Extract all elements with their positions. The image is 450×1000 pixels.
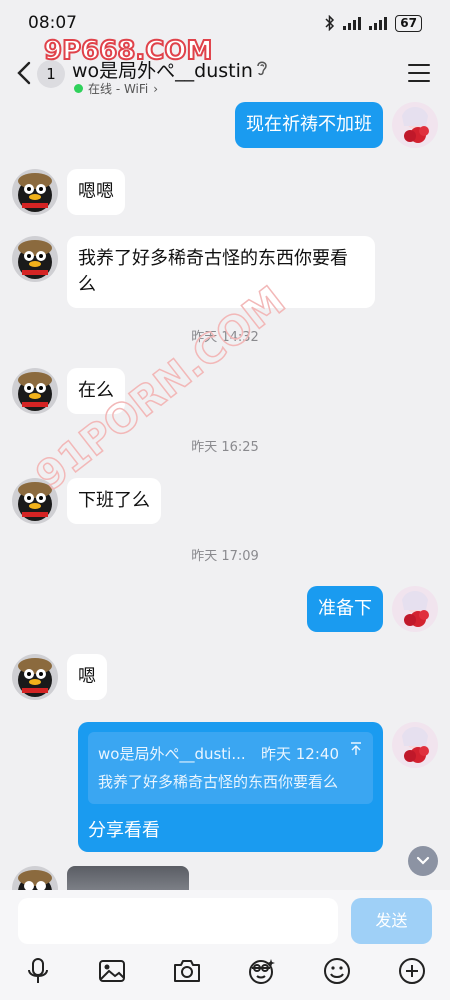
battery-icon: 67 xyxy=(395,14,422,32)
input-toolbar xyxy=(0,952,450,992)
my-avatar[interactable] xyxy=(392,102,438,148)
chat-area[interactable]: 现在祈祷不加班 嗯嗯 我养了好多稀奇古怪的东西你要看 么 昨天 14:32 在么… xyxy=(0,102,450,890)
contact-name[interactable]: wo是局外ぺ__dustin xyxy=(72,56,253,83)
message-line: 我养了好多稀奇古怪的东西你要看 xyxy=(78,248,348,269)
unread-badge[interactable]: 1 xyxy=(37,60,65,88)
ear-icon xyxy=(257,61,267,76)
bluetooth-icon xyxy=(325,15,335,31)
status-icons: 67 xyxy=(325,14,422,32)
status-time: 08:07 xyxy=(28,13,77,33)
send-button[interactable]: 发送 xyxy=(351,898,432,944)
outgoing-message[interactable]: 准备下 xyxy=(307,586,383,632)
emoji-icon[interactable] xyxy=(322,956,352,986)
online-dot xyxy=(74,84,83,93)
chevron-right-icon: › xyxy=(153,81,159,96)
contact-avatar[interactable] xyxy=(12,654,58,700)
quote-header: wo是局外ぺ__dusti... 昨天 12:40 xyxy=(98,740,363,768)
contact-avatar[interactable] xyxy=(12,478,58,524)
back-arrow-icon[interactable] xyxy=(14,60,36,86)
camera-icon[interactable] xyxy=(172,956,202,986)
signal-icon xyxy=(343,16,362,30)
quote-time: 昨天 12:40 xyxy=(261,745,339,763)
message-line: 么 xyxy=(78,274,96,295)
quoted-message[interactable]: wo是局外ぺ__dusti... 昨天 12:40 我养了好多稀奇古怪的东西你要… xyxy=(88,732,373,804)
image-icon[interactable] xyxy=(97,956,127,986)
reply-message[interactable]: wo是局外ぺ__dusti... 昨天 12:40 我养了好多稀奇古怪的东西你要… xyxy=(78,722,383,852)
input-bar: 发送 xyxy=(0,890,450,1000)
online-status[interactable]: 在线 - WiFi › xyxy=(74,80,158,97)
message-row: 嗯 xyxy=(0,654,450,704)
outgoing-message[interactable]: 现在祈祷不加班 xyxy=(235,102,383,148)
message-row: 我养了好多稀奇古怪的东西你要看 么 xyxy=(0,236,450,308)
quote-author: wo是局外ぺ__dusti... xyxy=(98,745,246,763)
image-message[interactable] xyxy=(67,866,189,890)
incoming-message[interactable]: 嗯 xyxy=(67,654,107,700)
message-row: 在么 xyxy=(0,368,450,418)
my-avatar[interactable] xyxy=(392,722,438,768)
message-row: 准备下 xyxy=(0,586,450,636)
message-input[interactable] xyxy=(18,898,338,944)
chevron-down-icon xyxy=(416,856,430,865)
message-row xyxy=(0,866,450,890)
timestamp: 昨天 17:09 xyxy=(191,549,259,564)
incoming-message[interactable]: 嗯嗯 xyxy=(67,169,125,215)
message-row: wo是局外ぺ__dusti... 昨天 12:40 我养了好多稀奇古怪的东西你要… xyxy=(0,722,450,852)
menu-icon[interactable] xyxy=(408,64,430,82)
contact-avatar[interactable] xyxy=(12,169,58,215)
quote-text: 我养了好多稀奇古怪的东西你要看么 xyxy=(98,773,339,791)
incoming-message[interactable]: 我养了好多稀奇古怪的东西你要看 么 xyxy=(67,236,375,308)
status-bar: 08:07 67 xyxy=(0,0,450,46)
incoming-message[interactable]: 下班了么 xyxy=(67,478,161,524)
my-avatar[interactable] xyxy=(392,586,438,632)
message-row: 下班了么 xyxy=(0,478,450,528)
sticker-icon[interactable] xyxy=(247,956,277,986)
signal-icon xyxy=(369,16,388,30)
timestamp: 昨天 14:32 xyxy=(191,330,259,345)
jump-up-icon[interactable] xyxy=(349,742,363,756)
chat-header: 1 wo是局外ぺ__dustin 在线 - WiFi › xyxy=(0,46,450,102)
online-status-text: 在线 - WiFi xyxy=(88,82,149,96)
scroll-down-button[interactable] xyxy=(408,846,438,876)
plus-icon[interactable] xyxy=(397,956,427,986)
reply-text: 分享看看 xyxy=(88,820,160,841)
contact-avatar[interactable] xyxy=(12,368,58,414)
incoming-message[interactable]: 在么 xyxy=(67,368,125,414)
timestamp: 昨天 16:25 xyxy=(191,440,259,455)
message-row: 嗯嗯 xyxy=(0,169,450,219)
message-row: 现在祈祷不加班 xyxy=(0,102,450,152)
contact-avatar[interactable] xyxy=(12,236,58,282)
mic-icon[interactable] xyxy=(23,956,53,986)
contact-avatar[interactable] xyxy=(12,866,58,890)
